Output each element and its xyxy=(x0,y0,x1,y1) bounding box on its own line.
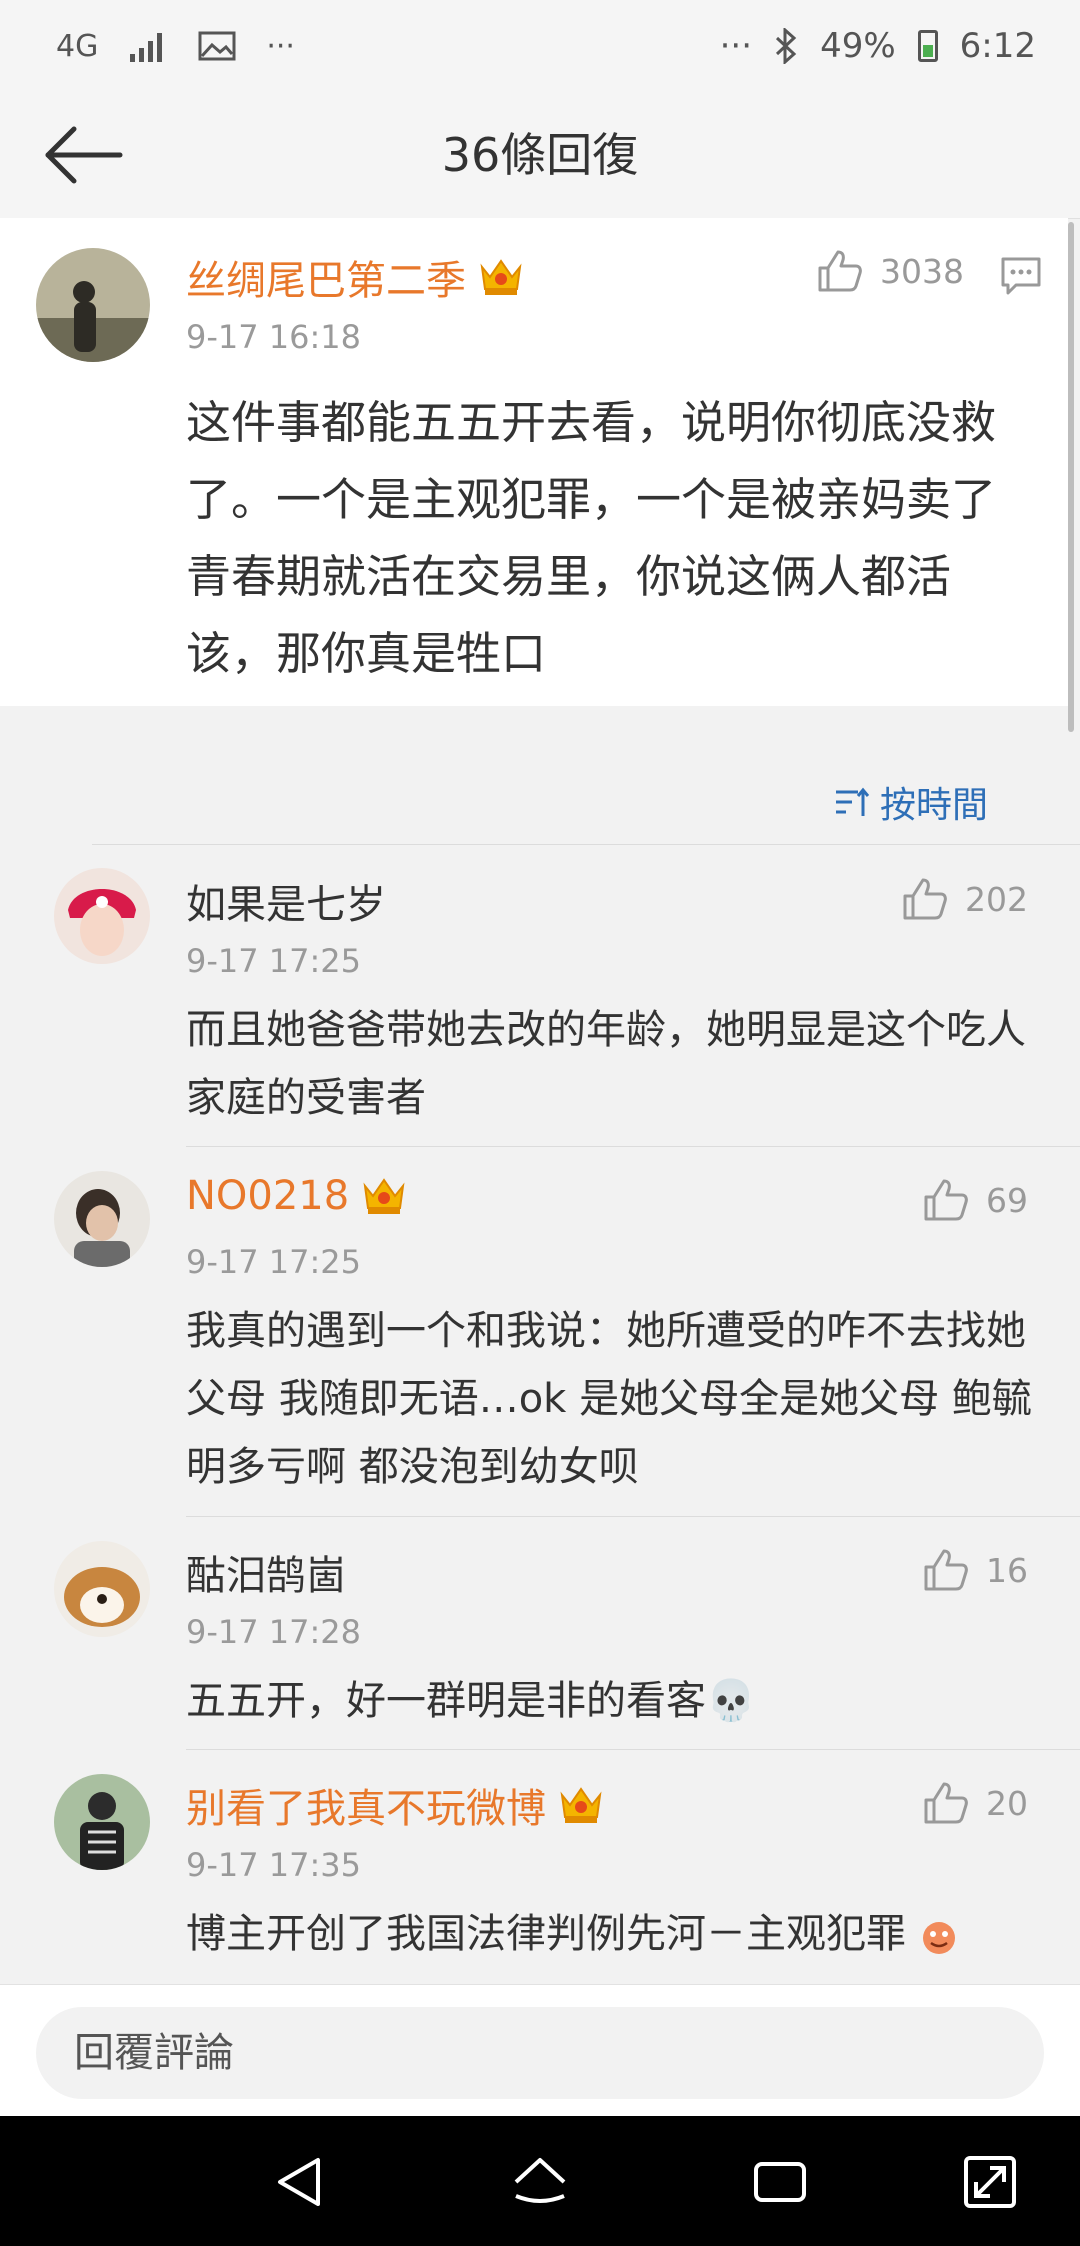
list-item: 酤汨鹄崮 16 9-17 17:28 五五开，好一群明是非的看客💀 xyxy=(0,1517,1080,1750)
status-more: ··· xyxy=(266,28,295,64)
username-text[interactable]: 酤汨鹄崮 xyxy=(186,1543,346,1601)
like-button[interactable]: 202 xyxy=(901,876,1028,922)
username-text[interactable]: 别看了我真不玩微博 xyxy=(186,1776,546,1834)
list-item: 如果是七岁 202 9-17 17:25 而且她爸爸带她去改的年龄，她明显是这个… xyxy=(0,846,1080,1147)
clock: 6:12 xyxy=(959,26,1036,66)
comment-time: 9-17 17:35 xyxy=(186,1846,362,1884)
thumbs-up-icon xyxy=(924,1782,968,1824)
like-button[interactable]: 69 xyxy=(922,1177,1028,1223)
vip-crown-icon xyxy=(480,259,522,295)
status-more-right: ··· xyxy=(719,26,753,66)
username[interactable]: NO0218 xyxy=(186,1173,407,1219)
comment-text: 博主开创了我国法律判例先河－主观犯罪 xyxy=(186,1900,1036,1968)
sort-button[interactable]: 按時間 xyxy=(834,776,988,828)
vip-crown-icon xyxy=(363,1178,405,1214)
emoji-icon xyxy=(922,1922,955,1954)
avatar[interactable] xyxy=(54,1541,150,1637)
expand-icon[interactable] xyxy=(960,2152,1020,2212)
home-icon[interactable] xyxy=(510,2152,570,2212)
comment-text-content: 博主开创了我国法律判例先河－主观犯罪 xyxy=(186,1911,906,1957)
like-button[interactable]: 16 xyxy=(922,1547,1028,1593)
like-button[interactable]: 3038 xyxy=(816,248,964,294)
comment-time: 9-17 17:25 xyxy=(186,942,362,980)
like-count: 20 xyxy=(986,1783,1028,1823)
comment-text: 我真的遇到一个和我说：她所遭受的咋不去找她父母 我随即无语…ok 是她父母全是她… xyxy=(186,1308,1032,1490)
list-item: 别看了我真不玩微博 20 9-17 17:35 博主开创了我国法律判例先河－主观… xyxy=(0,1750,1080,1984)
sort-icon xyxy=(835,787,870,816)
comment-text: 这件事都能五五开去看，说明你彻底没救了。一个是主观犯罪，一个是被亲妈卖了青春期就… xyxy=(186,396,997,680)
comment-bubble-icon[interactable] xyxy=(1000,256,1042,296)
like-count: 69 xyxy=(986,1180,1028,1220)
divider xyxy=(92,844,1080,845)
recents-icon[interactable] xyxy=(750,2152,810,2212)
vip-crown-icon xyxy=(560,1787,602,1823)
avatar[interactable] xyxy=(54,1774,150,1870)
thumbs-up-icon xyxy=(818,250,862,292)
bluetooth-icon xyxy=(776,28,797,64)
system-nav-bar xyxy=(0,2116,1080,2246)
reply-bar: 回覆評論 xyxy=(0,1984,1080,2117)
avatar[interactable] xyxy=(54,868,150,964)
comment-text: 五五开，好一群明是非的看客💀 xyxy=(186,1678,756,1724)
status-left: 4G ··· xyxy=(56,29,295,64)
like-count: 3038 xyxy=(880,251,964,291)
thumbs-up-icon xyxy=(903,878,947,920)
sort-bar: 按時間 xyxy=(0,736,1080,846)
comment-time: 9-17 17:25 xyxy=(186,1243,362,1281)
thumbs-up-icon xyxy=(924,1549,968,1591)
avatar[interactable] xyxy=(36,248,150,362)
comment-time: 9-17 17:28 xyxy=(186,1613,362,1651)
scrollbar[interactable] xyxy=(1068,222,1074,732)
reply-input[interactable]: 回覆評論 xyxy=(36,2007,1044,2099)
like-count: 202 xyxy=(965,879,1028,919)
username-text[interactable]: NO0218 xyxy=(186,1173,349,1219)
like-count: 16 xyxy=(986,1550,1028,1590)
network-indicator: 4G xyxy=(56,28,99,64)
image-icon xyxy=(198,31,236,61)
comment-time: 9-17 16:18 xyxy=(186,318,362,356)
status-bar: 4G ··· ··· 49% 6:12 xyxy=(0,0,1080,92)
thumbs-up-icon xyxy=(924,1179,968,1221)
comment-text: 而且她爸爸带她去改的年龄，她明显是这个吃人家庭的受害者 xyxy=(186,1007,1026,1121)
back-arrow-icon[interactable] xyxy=(40,120,130,190)
page-title: 36條回復 xyxy=(441,128,639,182)
signal-icon xyxy=(130,33,163,62)
username-text[interactable]: 如果是七岁 xyxy=(186,872,386,930)
avatar[interactable] xyxy=(54,1171,150,1267)
username-text[interactable]: 丝绸尾巴第二季 xyxy=(186,248,466,306)
username[interactable]: 酤汨鹄崮 xyxy=(186,1543,346,1601)
nav-bar: 36條回復 xyxy=(0,92,1080,219)
battery-percent: 49% xyxy=(820,26,896,66)
main-comment: 丝绸尾巴第二季 9-17 16:18 这件事都能五五开去看，说明你彻底没救了。一… xyxy=(0,218,1068,706)
list-item: NO0218 69 9-17 17:25 我真的遇到一个和我说：她所遭受的咋不去… xyxy=(0,1147,1080,1517)
sort-label: 按時間 xyxy=(879,785,988,826)
battery-icon xyxy=(917,30,938,62)
username[interactable]: 丝绸尾巴第二季 xyxy=(186,248,524,306)
like-button[interactable]: 20 xyxy=(922,1780,1028,1826)
username[interactable]: 如果是七岁 xyxy=(186,872,386,930)
username[interactable]: 别看了我真不玩微博 xyxy=(186,1776,604,1834)
back-icon[interactable] xyxy=(270,2152,330,2212)
status-right: ··· 49% 6:12 xyxy=(720,26,1036,66)
